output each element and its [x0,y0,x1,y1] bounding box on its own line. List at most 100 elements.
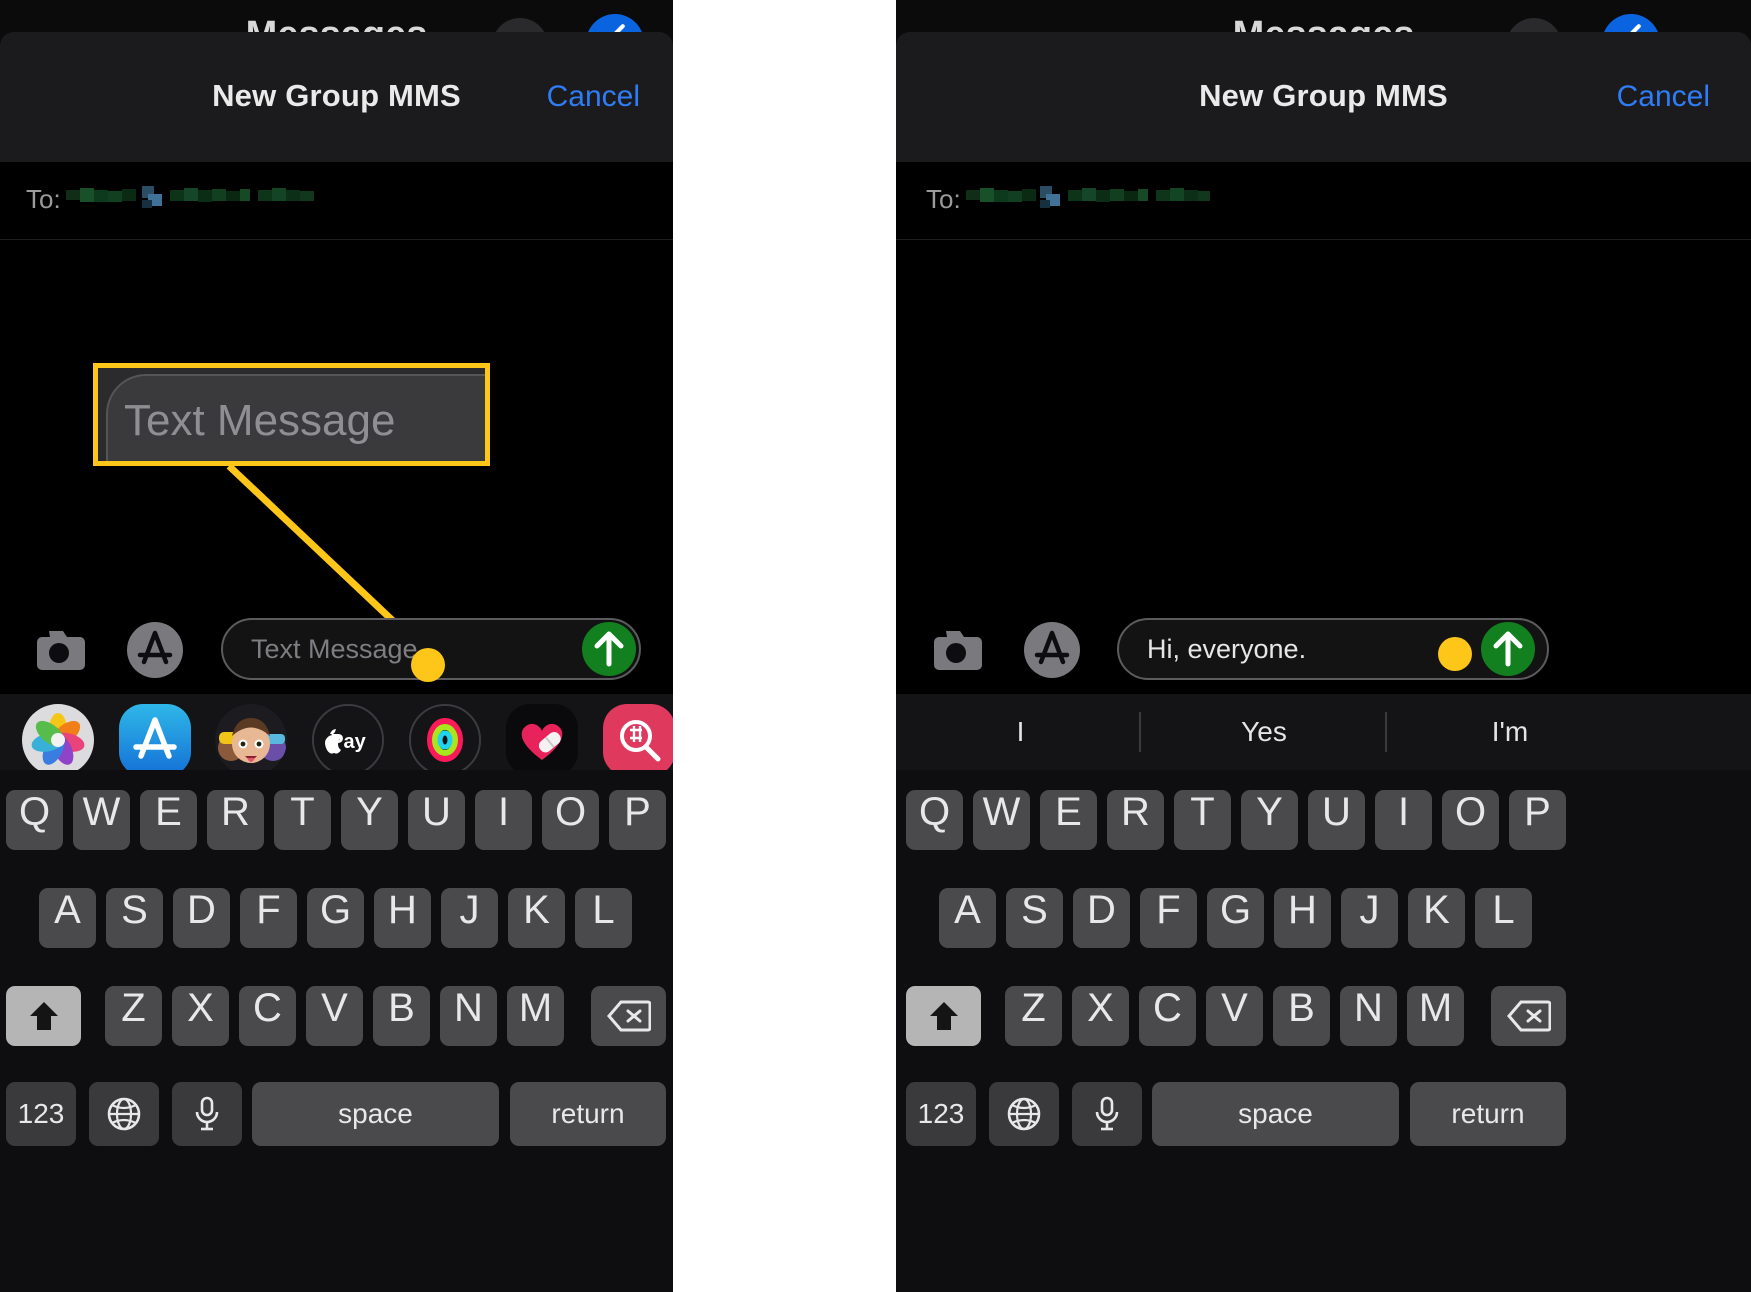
key-s-right[interactable]: S [1006,888,1063,948]
cancel-button[interactable]: Cancel [547,80,640,114]
key-t[interactable]: T [274,790,331,850]
key-k[interactable]: K [508,888,565,948]
prediction-divider-1 [1139,712,1141,752]
key-l[interactable]: L [575,888,632,948]
key-r[interactable]: R [207,790,264,850]
app-store-app-icon[interactable] [119,704,191,776]
globe-key-right[interactable] [989,1082,1059,1146]
message-input-bar-left: Text Message [0,612,673,698]
numbers-key[interactable]: 123 [6,1082,76,1146]
dictation-key-right[interactable] [1072,1082,1142,1146]
prediction-3[interactable]: I'm [1391,694,1629,770]
key-c-right[interactable]: C [1139,986,1196,1046]
key-i[interactable]: I [475,790,532,850]
key-q-right[interactable]: Q [906,790,963,850]
key-u-right[interactable]: U [1308,790,1365,850]
key-x[interactable]: X [172,986,229,1046]
key-m[interactable]: M [507,986,564,1046]
key-i-right[interactable]: I [1375,790,1432,850]
camera-icon-right[interactable] [928,628,984,672]
key-b[interactable]: B [373,986,430,1046]
key-w[interactable]: W [73,790,130,850]
key-c[interactable]: C [239,986,296,1046]
key-k-right[interactable]: K [1408,888,1465,948]
key-v-right[interactable]: V [1206,986,1263,1046]
key-j[interactable]: J [441,888,498,948]
key-d[interactable]: D [173,888,230,948]
key-a[interactable]: A [39,888,96,948]
prediction-divider-2 [1385,712,1387,752]
key-q[interactable]: Q [6,790,63,850]
key-u[interactable]: U [408,790,465,850]
key-y-right[interactable]: Y [1241,790,1298,850]
recipients-row[interactable]: To: [0,162,673,240]
key-j-right[interactable]: J [1341,888,1398,948]
backspace-key-right[interactable] [1491,986,1566,1046]
backspace-key[interactable] [591,986,666,1046]
photos-app-icon[interactable] [22,704,94,776]
key-w-right[interactable]: W [973,790,1030,850]
cancel-button-right[interactable]: Cancel [1617,80,1710,114]
key-n[interactable]: N [440,986,497,1046]
microphone-icon [195,1096,219,1131]
health-app-icon[interactable] [506,704,578,776]
key-h-right[interactable]: H [1274,888,1331,948]
return-key[interactable]: return [510,1082,666,1146]
key-z-right[interactable]: Z [1005,986,1062,1046]
key-x-right[interactable]: X [1072,986,1129,1046]
apple-pay-app-icon[interactable]: Pay [312,704,384,776]
camera-icon[interactable] [31,628,87,672]
activity-rings-app-icon[interactable] [409,704,481,776]
app-store-icon[interactable] [125,620,185,680]
key-m-right[interactable]: M [1407,986,1464,1046]
key-f[interactable]: F [240,888,297,948]
zoom-callout-text-field: Text Message [93,363,490,466]
key-y[interactable]: Y [341,790,398,850]
key-v[interactable]: V [306,986,363,1046]
key-d-right[interactable]: D [1073,888,1130,948]
recipients-row-right[interactable]: To: [896,162,1751,240]
key-p[interactable]: P [609,790,666,850]
shift-arrow-up-icon [29,1002,58,1030]
key-g[interactable]: G [307,888,364,948]
key-l-right[interactable]: L [1475,888,1532,948]
shift-key-right[interactable] [906,986,981,1046]
app-store-icon-right[interactable] [1022,620,1082,680]
key-o[interactable]: O [542,790,599,850]
key-h[interactable]: H [374,888,431,948]
memoji-app-icon[interactable] [215,704,287,776]
key-z[interactable]: Z [105,986,162,1046]
space-key-right[interactable]: space [1152,1082,1399,1146]
zoom-callout-label: Text Message [124,396,396,445]
globe-key[interactable] [89,1082,159,1146]
key-t-right[interactable]: T [1174,790,1231,850]
send-button-right[interactable] [1481,622,1535,676]
key-f-right[interactable]: F [1140,888,1197,948]
key-s[interactable]: S [106,888,163,948]
shift-key[interactable] [6,986,81,1046]
key-a-right[interactable]: A [939,888,996,948]
key-p-right[interactable]: P [1509,790,1566,850]
prediction-1[interactable]: I [902,694,1139,770]
key-e[interactable]: E [140,790,197,850]
send-button[interactable] [582,622,636,676]
sheet-header-right: New Group MMS Cancel [896,32,1751,162]
dictation-key[interactable] [172,1082,242,1146]
onscreen-keyboard-left: Q W E R T Y U I O P A S D F G H J K L Z [0,770,673,1292]
message-input-bar-right: Hi, everyone. [896,612,1751,698]
key-e-right[interactable]: E [1040,790,1097,850]
images-search-app-icon[interactable] [603,704,673,776]
key-r-right[interactable]: R [1107,790,1164,850]
microphone-icon-right [1095,1096,1119,1131]
backspace-icon [606,1000,651,1032]
key-o-right[interactable]: O [1442,790,1499,850]
numbers-key-right[interactable]: 123 [906,1082,976,1146]
prediction-2[interactable]: Yes [1145,694,1383,770]
key-g-right[interactable]: G [1207,888,1264,948]
globe-icon-right [1007,1097,1041,1131]
key-b-right[interactable]: B [1273,986,1330,1046]
space-key[interactable]: space [252,1082,499,1146]
key-n-right[interactable]: N [1340,986,1397,1046]
phone-screen-left: Messages New Group MMS Cancel To: Text M… [0,0,673,1292]
return-key-right[interactable]: return [1410,1082,1566,1146]
